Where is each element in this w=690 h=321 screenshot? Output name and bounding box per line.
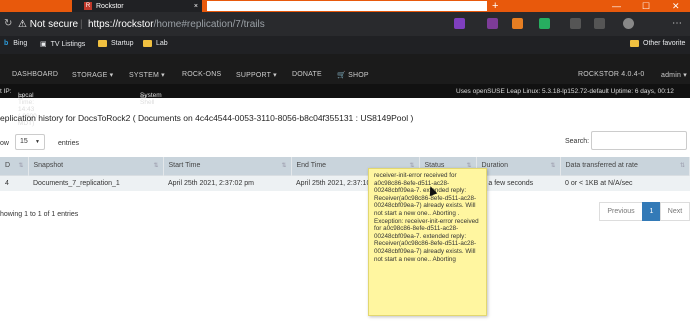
nav-support[interactable]: SUPPORT ▾ [236,71,277,79]
collections-icon[interactable] [594,18,605,29]
nav-shop[interactable]: 🛒 SHOP [337,71,369,79]
sort-icon: ⇅ [550,163,556,170]
other-favorites[interactable]: Other favorite [630,40,685,47]
browser-tab-bar: R Rockstor × + — ☐ ✕ [0,0,690,12]
minimize-icon[interactable]: — [612,0,621,12]
pagination-next-button[interactable]: Next [660,202,690,221]
brand-version: ROCKSTOR 4.0.4-0 [578,71,645,78]
cart-icon: 🛒 [337,72,346,79]
column-header-snapshot[interactable]: Snapshot ⇅ [28,157,164,175]
onenote-icon[interactable] [487,18,498,29]
address-bar: ↻ ⚠ Not secure | https://rockstor/home#r… [0,12,690,36]
os-info: Uses openSUSE Leap Linux: 5.3.18-lp152.7… [456,88,674,95]
sort-icon: ⇅ [281,163,287,170]
folder-icon [143,40,152,47]
nav-storage[interactable]: STORAGE ▾ [72,71,113,79]
cell-start-time: April 25th 2021, 2:37:02 pm [163,174,291,191]
cell-duration: in a few seconds [476,174,560,191]
new-tab-button[interactable]: + [492,0,498,12]
column-header-start-time[interactable]: Start Time ⇅ [163,157,292,175]
new-tab-field[interactable] [207,1,487,11]
showing-entries: howing 1 to 1 of 1 entries [0,211,79,218]
sort-icon: ⇅ [18,163,24,170]
sort-icon: ⇅ [679,163,685,170]
warning-icon: ⚠ [18,19,30,30]
pagination-page-1[interactable]: 1 [642,202,661,221]
nav-system[interactable]: SYSTEM ▾ [129,71,165,79]
folder-icon [98,40,107,47]
tab-close-icon[interactable]: × [194,3,198,10]
bookmark-bing[interactable]: b Bing [4,40,27,47]
folder-icon [630,40,639,47]
replication-history-table: D ⇅ Snapshot ⇅ Start Time ⇅ End Time ⇅ Statu… [0,157,690,191]
column-header-id[interactable]: D ⇅ [0,157,29,175]
entries-label: entries [58,140,80,147]
search-label: Search: [565,138,590,145]
chevron-down-icon: ▼ [35,139,40,145]
status-bar: t IP: ◷ Local Time: 14:43 (-0600 MDT) ▭ … [0,84,690,127]
pagination-previous-button[interactable]: Previous [599,202,643,221]
reload-icon[interactable]: ↻ [4,18,12,29]
page-title: eplication history for DocsToRock2 ( Doc… [0,113,414,123]
cell-id: 4 [0,174,28,191]
nav-donate[interactable]: DONATE [292,71,322,78]
separator: | [80,19,83,30]
column-header-data-rate[interactable]: Data transferred at rate ⇅ [560,157,690,175]
extension-green-icon[interactable] [539,18,550,29]
extension-orange-icon[interactable] [512,18,523,29]
cell-data-rate: 0 or < 1KB at N/A/sec [560,174,690,191]
tv-icon: ▣ [40,41,47,48]
rockstor-favicon-icon: R [84,2,92,10]
browser-tab-rockstor[interactable]: R Rockstor × [72,0,202,12]
user-menu[interactable]: admin ▾ [661,71,687,79]
bookmarks-bar: b Bing ▣ TV Listings Startup Lab Other f… [0,36,690,54]
nav-rock-ons[interactable]: ROCK-ONS [182,71,221,78]
column-header-duration[interactable]: Duration ⇅ [476,157,561,175]
sort-icon: ⇅ [153,163,159,170]
extension-icon[interactable] [454,18,465,29]
maximize-icon[interactable]: ☐ [642,0,650,12]
tab-title: Rockstor [96,2,124,10]
ip-label: t IP: [0,88,12,95]
bing-icon: b [4,40,9,47]
bookmark-tv-listings[interactable]: ▣ TV Listings [40,40,85,49]
more-menu-icon[interactable]: ⋯ [672,18,682,29]
table-row: 4 Documents_7_replication_1 April 25th 2… [0,174,690,191]
avatar[interactable] [623,18,634,29]
show-label: ow [0,140,9,147]
search-input[interactable] [591,131,687,150]
url-field[interactable]: https://rockstor/home#replication/7/trai… [88,19,265,30]
page-size-select[interactable]: 15 ▼ [15,134,45,150]
nav-dashboard[interactable]: DASHBOARD [12,71,58,78]
cell-snapshot: Documents_7_replication_1 [28,174,163,191]
bookmark-startup[interactable]: Startup [98,40,134,47]
close-window-icon[interactable]: ✕ [672,0,680,12]
bookmark-lab[interactable]: Lab [143,40,168,47]
security-indicator[interactable]: ⚠ Not secure [18,19,78,30]
favorites-icon[interactable] [570,18,581,29]
